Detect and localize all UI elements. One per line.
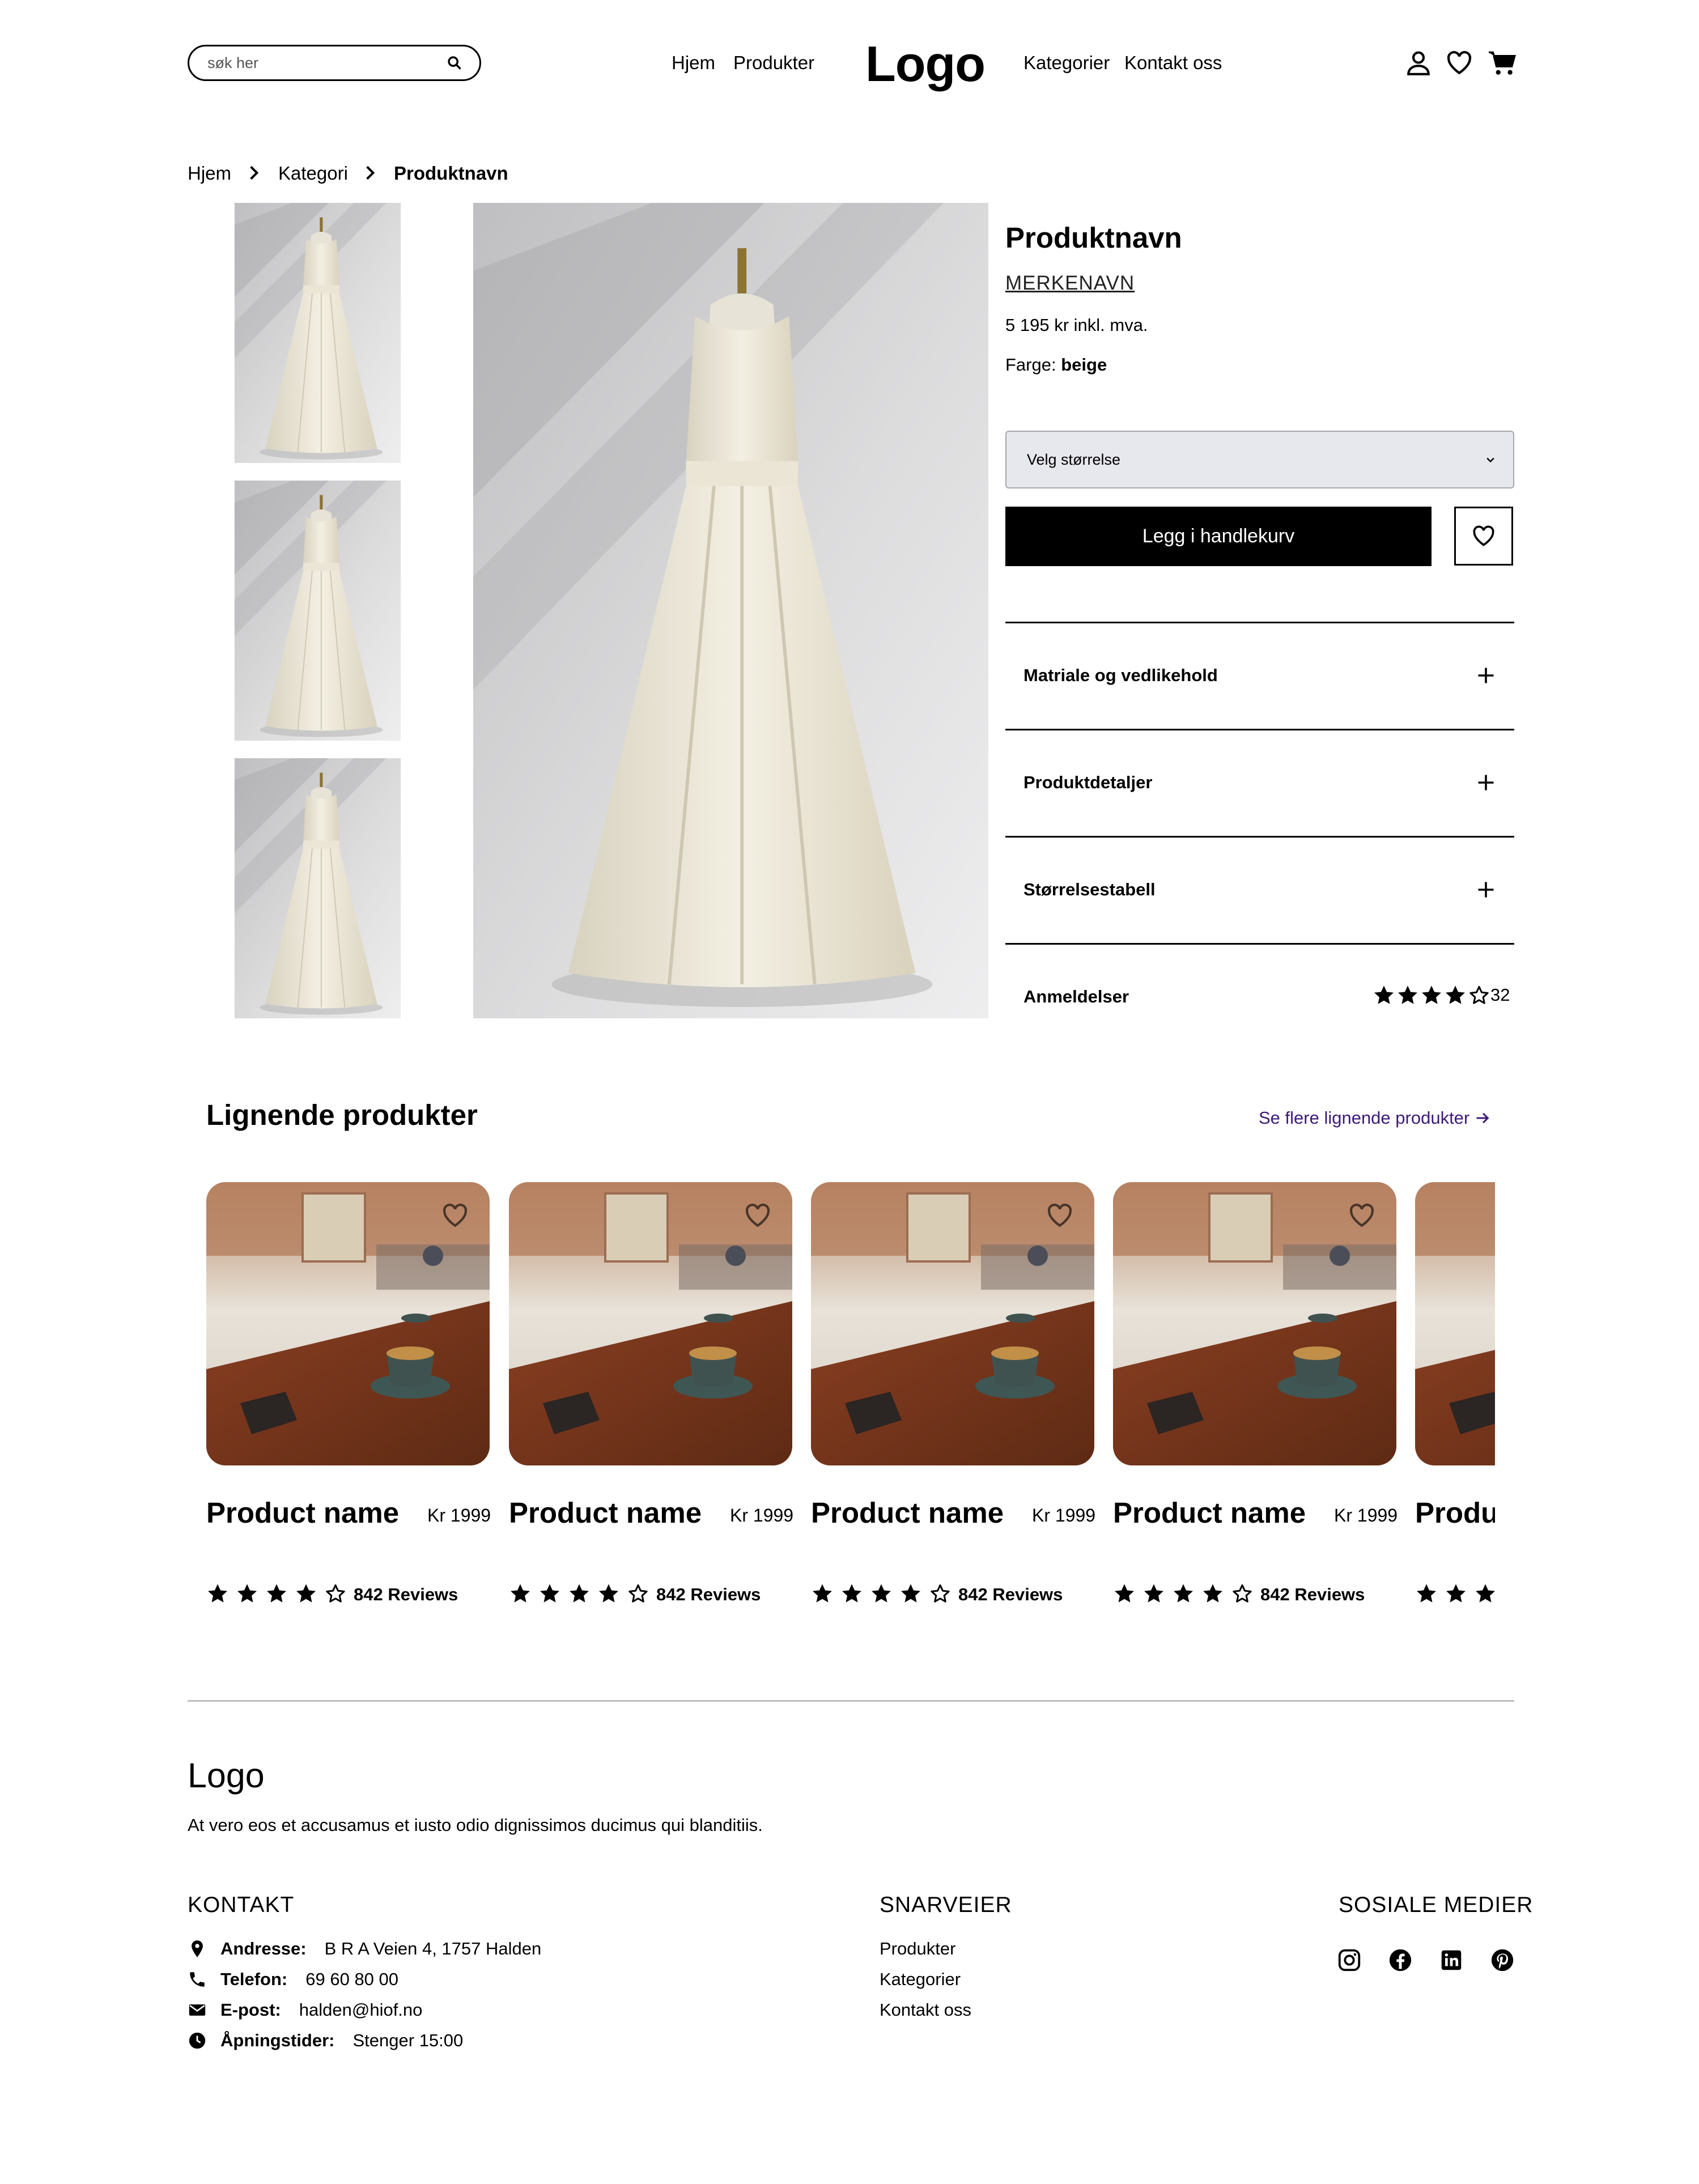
favorite-heart-icon[interactable] xyxy=(1348,1201,1376,1230)
contact-label: Andresse: xyxy=(220,1939,307,1958)
star-empty-icon xyxy=(324,1582,347,1605)
product-card-reviews[interactable]: 842 Reviews xyxy=(958,1584,1063,1605)
star-filled-icon xyxy=(870,1582,893,1605)
star-filled-icon xyxy=(1142,1582,1165,1605)
footer-link-contact[interactable]: Kontakt oss xyxy=(880,2000,971,2020)
star-filled-icon xyxy=(899,1582,922,1605)
favorite-heart-icon[interactable] xyxy=(441,1201,469,1230)
product-card-image[interactable] xyxy=(1415,1182,1495,1465)
product-card-reviews[interactable]: 842 Reviews xyxy=(656,1584,761,1605)
contact-heading: KONTAKT xyxy=(188,1893,295,1917)
pinterest-icon[interactable] xyxy=(1489,1947,1515,1973)
contact-label: Telefon: xyxy=(220,1969,288,1989)
product-card-rating xyxy=(811,1582,952,1605)
contact-hours: Åpningstider: Stenger 15:00 xyxy=(188,2030,463,2051)
star-filled-icon xyxy=(1474,1582,1495,1605)
star-filled-icon xyxy=(811,1582,834,1605)
product-card-reviews[interactable]: 842 Reviews xyxy=(1260,1584,1365,1605)
product-card-reviews[interactable]: 842 Reviews xyxy=(354,1584,458,1605)
star-filled-icon xyxy=(597,1582,620,1605)
product-card-name[interactable]: Product name xyxy=(206,1496,399,1529)
star-filled-icon xyxy=(206,1582,229,1605)
contact-label: E-post: xyxy=(220,2000,281,2020)
contact-value: B R A Veien 4, 1757 Halden xyxy=(324,1939,542,1958)
shortcuts-heading: SNARVEIER xyxy=(880,1893,1012,1917)
favorite-heart-icon[interactable] xyxy=(1046,1201,1074,1230)
contact-value: halden@hiof.no xyxy=(299,2000,423,2020)
product-card-rating xyxy=(206,1582,347,1605)
instagram-icon[interactable] xyxy=(1336,1947,1362,1973)
product-card-name[interactable]: Product name xyxy=(1113,1496,1306,1529)
star-filled-icon xyxy=(236,1582,258,1605)
linkedin-icon[interactable] xyxy=(1438,1947,1464,1973)
star-filled-icon xyxy=(1201,1582,1224,1605)
product-carousel: Product name Kr 1999 842 Reviews Product… xyxy=(0,0,1495,2184)
contact-value: Stenger 15:00 xyxy=(352,2030,464,2050)
star-empty-icon xyxy=(929,1582,952,1605)
contact-label: Åpningstider: xyxy=(220,2030,335,2050)
star-filled-icon xyxy=(1113,1582,1136,1605)
footer-description: At vero eos et accusamus et iusto odio d… xyxy=(188,1815,763,1835)
social-heading: SOSIALE MEDIER xyxy=(1339,1893,1534,1917)
product-card-name[interactable]: Product name xyxy=(1415,1496,1495,1529)
phone-icon xyxy=(190,1972,205,1987)
product-card-price: Kr 1999 xyxy=(730,1505,794,1526)
star-filled-icon xyxy=(840,1582,863,1605)
footer-link-products[interactable]: Produkter xyxy=(880,1939,955,1959)
product-card-rating xyxy=(509,1582,649,1605)
contact-email: E-post: halden@hiof.no xyxy=(188,2000,422,2020)
envelope-icon xyxy=(189,2004,206,2016)
favorite-heart-icon[interactable] xyxy=(744,1201,772,1230)
product-card-rating xyxy=(1113,1582,1254,1605)
product-card-rating xyxy=(1415,1582,1495,1605)
star-empty-icon xyxy=(1231,1582,1254,1605)
product-card-name[interactable]: Product name xyxy=(509,1496,702,1529)
star-filled-icon xyxy=(538,1582,561,1605)
contact-address: Andresse: B R A Veien 4, 1757 Halden xyxy=(188,1939,541,1959)
contact-phone: Telefon: 69 60 80 00 xyxy=(188,1969,398,1990)
star-filled-icon xyxy=(509,1582,532,1605)
clock-icon xyxy=(189,2032,206,2049)
star-filled-icon xyxy=(295,1582,317,1605)
footer-logo[interactable]: Logo xyxy=(188,1756,265,1795)
contact-value: 69 60 80 00 xyxy=(305,1969,399,1989)
star-filled-icon xyxy=(1172,1582,1195,1605)
product-card-price: Kr 1999 xyxy=(1334,1505,1398,1526)
star-empty-icon xyxy=(627,1582,649,1605)
location-pin-icon xyxy=(192,1940,203,1957)
star-filled-icon xyxy=(265,1582,288,1605)
star-filled-icon xyxy=(1445,1582,1467,1605)
product-card-name[interactable]: Product name xyxy=(811,1496,1004,1529)
star-filled-icon xyxy=(1415,1582,1438,1605)
footer-divider xyxy=(188,1700,1514,1702)
footer-link-categories[interactable]: Kategorier xyxy=(880,1969,961,1990)
product-card-price: Kr 1999 xyxy=(427,1505,491,1526)
product-card-price: Kr 1999 xyxy=(1032,1505,1096,1526)
facebook-icon[interactable] xyxy=(1387,1947,1413,1973)
star-filled-icon xyxy=(568,1582,591,1605)
